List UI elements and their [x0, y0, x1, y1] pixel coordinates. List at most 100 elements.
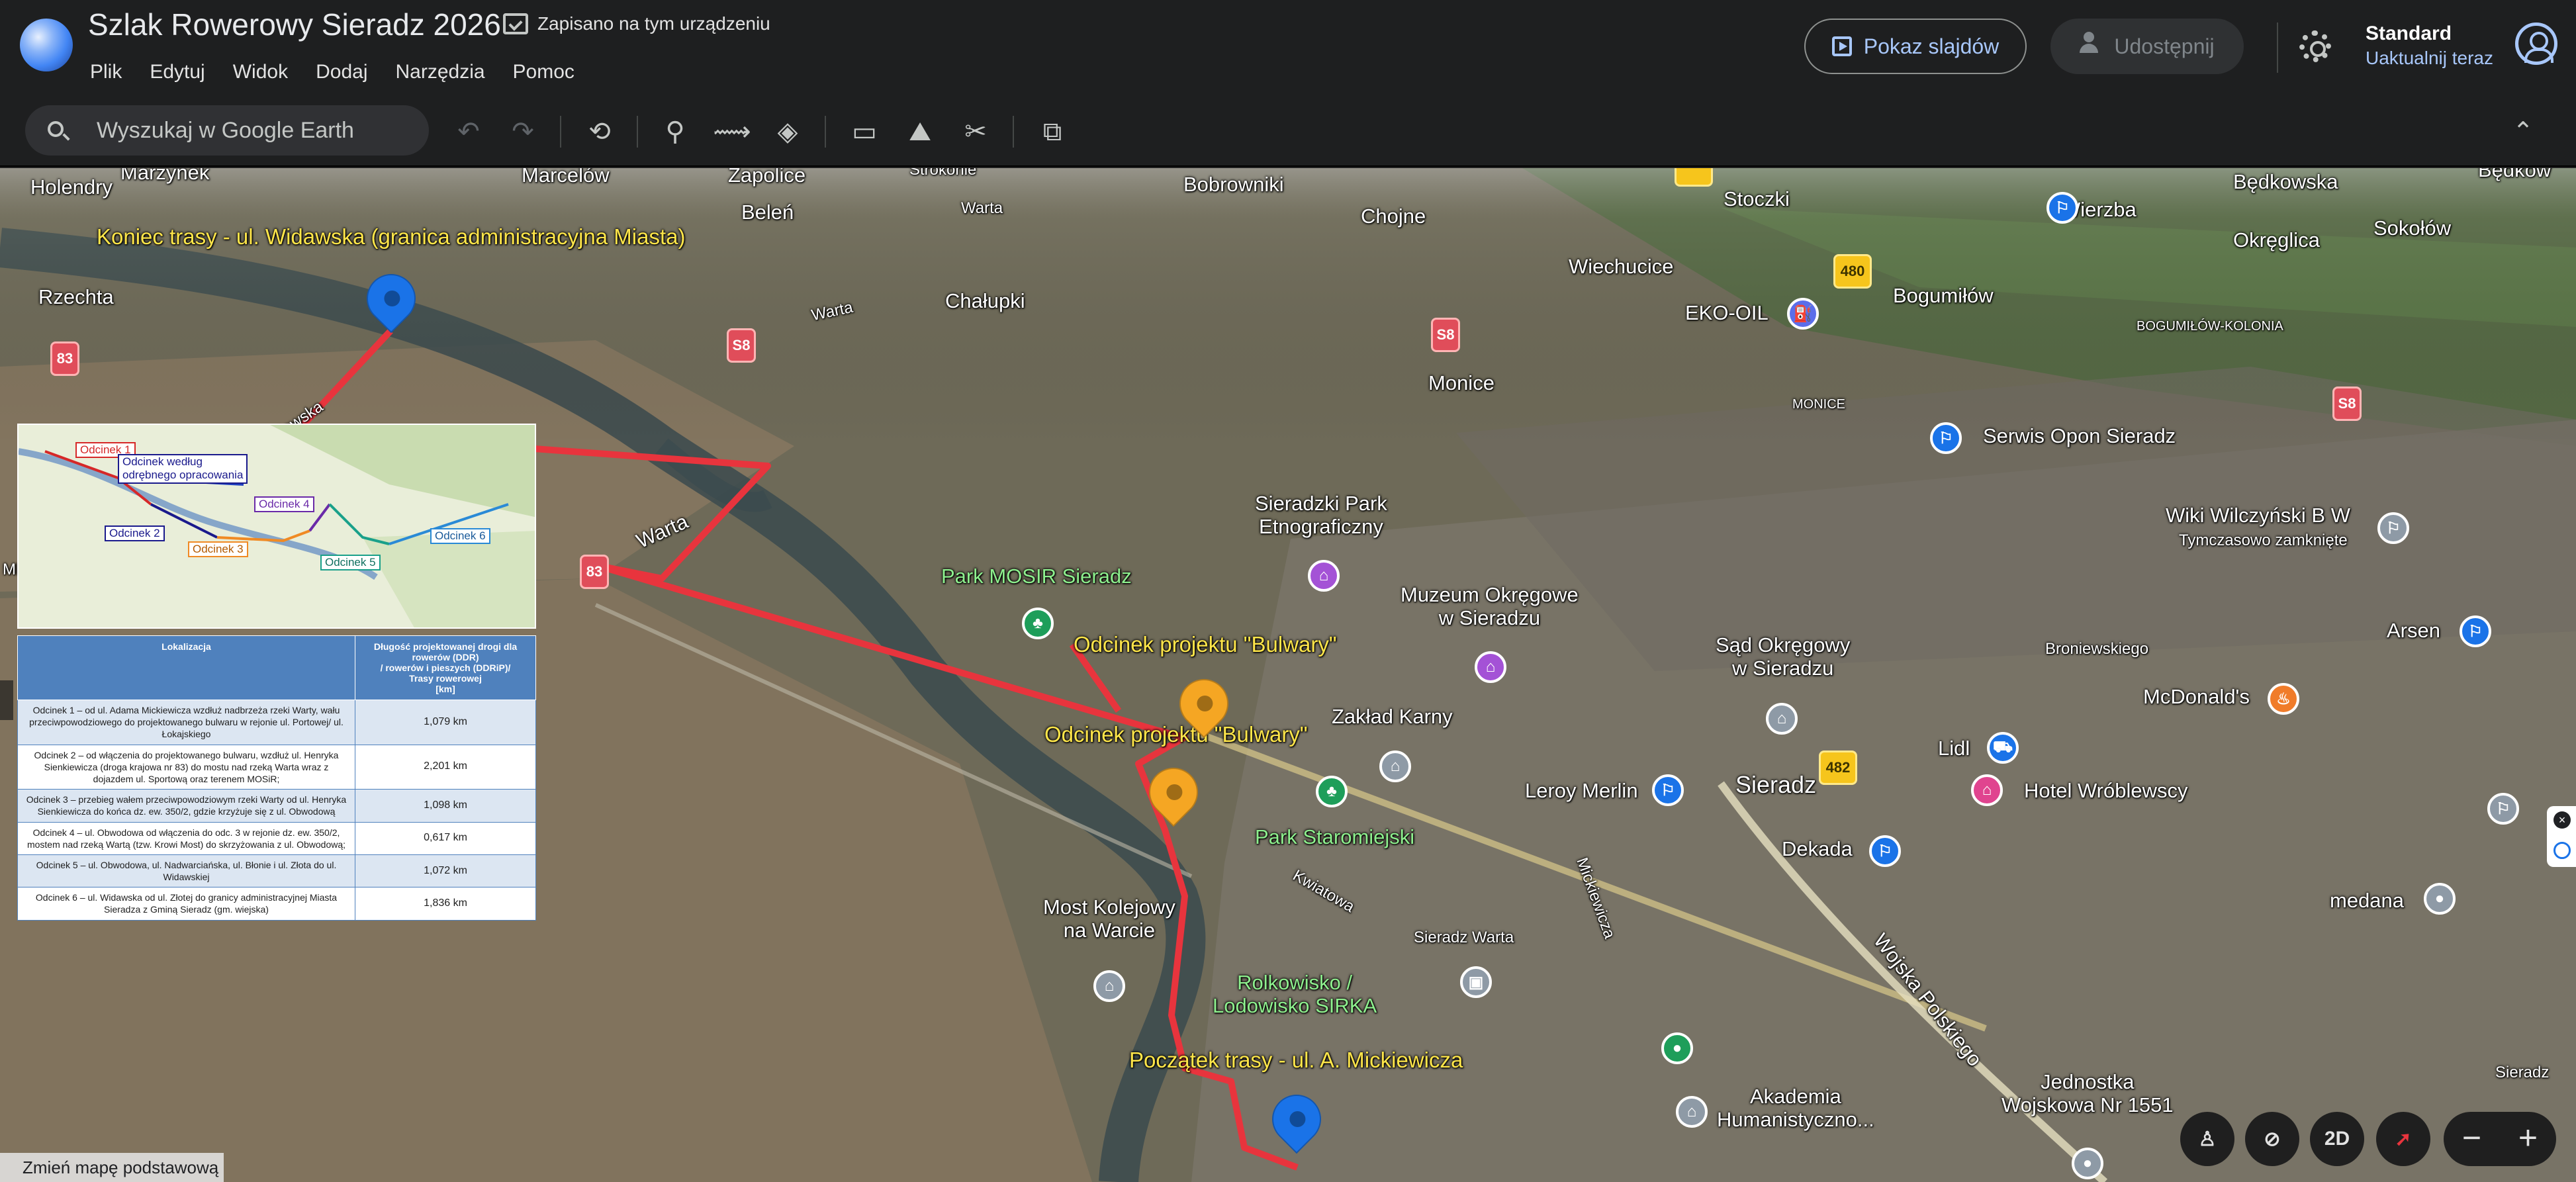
road-badge[interactable]: 83 [580, 555, 609, 589]
museum-icon[interactable]: ⌂ [1308, 560, 1340, 592]
road-badge[interactable]: S8 [727, 328, 756, 363]
poi-label[interactable]: Leroy Merlin [1525, 779, 1638, 803]
history-icon[interactable]: ⟲ [581, 113, 618, 150]
pegman-icon[interactable]: ♙ [2180, 1112, 2234, 1166]
poi-label[interactable]: McDonald's [2143, 685, 2250, 709]
target-icon[interactable] [2553, 842, 2571, 859]
poi-label[interactable]: Serwis Opon Sieradz [1983, 424, 2176, 448]
update-now-link[interactable]: Uaktualnij teraz [2366, 48, 2493, 69]
park-icon[interactable]: ♣ [1022, 608, 1054, 639]
school-icon[interactable]: ⌂ [1676, 1096, 1708, 1128]
hotel-icon[interactable]: ⌂ [1971, 774, 2003, 806]
shop-icon[interactable]: ⚐ [2487, 793, 2519, 825]
poi-label[interactable]: Dekada [1782, 837, 1853, 861]
shop-icon[interactable]: ⚐ [1652, 774, 1684, 806]
measure-icon[interactable]: ▭ [846, 113, 883, 150]
road-badge[interactable]: 482 [1819, 750, 1857, 785]
account-icon[interactable] [2515, 23, 2557, 65]
poi-label[interactable]: Arsen [2387, 619, 2440, 643]
park-icon[interactable]: ♣ [1316, 776, 1348, 807]
sports-icon[interactable]: ● [1661, 1032, 1693, 1064]
place-icon[interactable]: ● [2072, 1148, 2103, 1179]
collapse-toolbar-icon[interactable]: ⌃ [2506, 114, 2540, 149]
settings-gear-icon[interactable] [2299, 30, 2331, 62]
government-icon[interactable]: ⌂ [1766, 703, 1798, 735]
search-input[interactable] [97, 105, 421, 156]
close-icon[interactable]: × [2553, 811, 2571, 829]
table-row: Odcinek 6 – ul. Widawska od ul. Złotej d… [17, 887, 536, 921]
museum-icon[interactable]: ⌂ [1475, 651, 1506, 683]
poi-label[interactable]: Park Staromiejski [1255, 825, 1414, 849]
inset-label: Odcinek 4 [254, 496, 314, 512]
table-header: Długość projektowanej drogi dla rowerów … [355, 635, 536, 700]
poi-label[interactable]: Jednostka Wojskowa Nr 1551 [2001, 1070, 2174, 1116]
route-start-annotation[interactable]: Początek trasy - ul. A. Mickiewicza [1129, 1048, 1463, 1073]
layers-icon[interactable]: ◈ [769, 113, 806, 150]
menu-edit[interactable]: Edytuj [150, 61, 219, 83]
location-off-icon[interactable]: ⊘ [2245, 1112, 2299, 1166]
change-basemap-button[interactable]: Zmień mapę podstawową [0, 1153, 224, 1182]
gas-station-icon[interactable]: ⛽ [1787, 298, 1819, 330]
undo-icon[interactable]: ↶ [450, 113, 487, 150]
import-kml-icon[interactable]: ⛰ [901, 113, 939, 150]
road-badge[interactable] [1675, 168, 1713, 187]
side-panel-toggle[interactable] [0, 680, 13, 720]
shop-icon[interactable]: ⚐ [1869, 835, 1901, 867]
shop-icon[interactable]: ⚐ [2377, 512, 2409, 544]
restaurant-icon[interactable]: ♨ [2268, 683, 2299, 715]
road-badge[interactable]: 480 [1833, 254, 1872, 289]
divider [2277, 23, 2278, 73]
menu-view[interactable]: Widok [233, 61, 302, 83]
shop-icon[interactable]: ⚐ [1930, 422, 1962, 454]
poi-label[interactable]: Wiki Wilczyński B W [2166, 504, 2350, 527]
poi-label[interactable]: Most Kolejowy na Warcie [1043, 895, 1175, 942]
draw-tool-icon[interactable]: ✂ [957, 113, 994, 150]
share-button[interactable]: Udostępnij [2050, 19, 2244, 74]
route-end-annotation[interactable]: Koniec trasy - ul. Widawska (granica adm… [97, 224, 685, 250]
search-box[interactable] [25, 105, 429, 156]
poi-label[interactable]: Lidl [1938, 737, 1970, 760]
screenshot-icon[interactable]: ⧉ [1034, 113, 1071, 150]
bulwary-annotation[interactable]: Odcinek projektu "Bulwary" [1074, 632, 1337, 657]
menu-file[interactable]: Plik [90, 61, 136, 83]
poi-label[interactable]: Muzeum Okręgowe w Sieradzu [1401, 583, 1579, 629]
poi-label[interactable]: Sieradz Warta [1414, 929, 1514, 947]
shop-icon[interactable]: ⚐ [2460, 615, 2491, 647]
menu-help[interactable]: Pomoc [513, 61, 589, 83]
road-badge[interactable]: 83 [50, 341, 79, 376]
google-earth-logo-icon[interactable] [20, 19, 73, 71]
legend-inset-map[interactable]: Odcinek 1 Odcinek według odrębnego oprac… [17, 424, 536, 629]
bulwary-annotation[interactable]: Odcinek projektu "Bulwary" [1044, 722, 1308, 747]
right-edge-tools[interactable]: × [2547, 806, 2576, 867]
add-placemark-icon[interactable]: ⚲ [657, 113, 694, 150]
government-icon[interactable]: ⌂ [1379, 750, 1411, 782]
poi-label[interactable]: Rolkowisko / Lodowisko SIRKA [1213, 971, 1377, 1017]
shopping-cart-icon[interactable]: ⛟ [1987, 732, 2019, 764]
menu-tools[interactable]: Narzędzia [395, 61, 499, 83]
landmark-icon[interactable]: ⌂ [1093, 970, 1125, 1002]
poi-label[interactable]: Sieradzki Park Etnograficzny [1255, 492, 1387, 538]
poi-label[interactable]: Zakład Karny [1332, 705, 1453, 729]
compass-icon[interactable]: ➚ [2376, 1112, 2430, 1166]
poi-label[interactable]: Sąd Okręgowy w Sieradzu [1716, 633, 1850, 680]
transit-icon[interactable]: ▣ [1460, 966, 1492, 998]
zoom-in-button[interactable]: + [2500, 1112, 2556, 1166]
road-badge[interactable]: S8 [2332, 386, 2362, 421]
poi-label[interactable]: medana [2330, 889, 2404, 913]
poi-label[interactable]: Park MOSIR Sieradz [941, 565, 1132, 588]
project-title[interactable]: Szlak Rowerowy Sieradz 2026 [88, 7, 501, 42]
slideshow-button[interactable]: Pokaz slajdów [1804, 19, 2027, 74]
shop-icon[interactable]: ⚐ [2047, 192, 2078, 224]
road-badge[interactable]: S8 [1431, 318, 1460, 352]
poi-label[interactable]: Hotel Wróblewscy [2024, 779, 2188, 803]
legend-table[interactable]: Lokalizacja Długość projektowanej drogi … [17, 635, 536, 921]
view-2d-button[interactable]: 2D [2310, 1112, 2364, 1166]
redo-icon[interactable]: ↷ [504, 113, 541, 150]
menu-add[interactable]: Dodaj [316, 61, 382, 83]
place-icon[interactable]: ● [2424, 883, 2456, 915]
poi-label[interactable]: Akademia Humanistyczno... [1717, 1085, 1874, 1131]
poi-label[interactable]: EKO-OIL [1685, 301, 1769, 325]
add-path-icon[interactable]: ⟿ [713, 113, 751, 150]
place-label: Okręglica [2233, 228, 2320, 251]
zoom-out-button[interactable]: − [2444, 1112, 2500, 1166]
